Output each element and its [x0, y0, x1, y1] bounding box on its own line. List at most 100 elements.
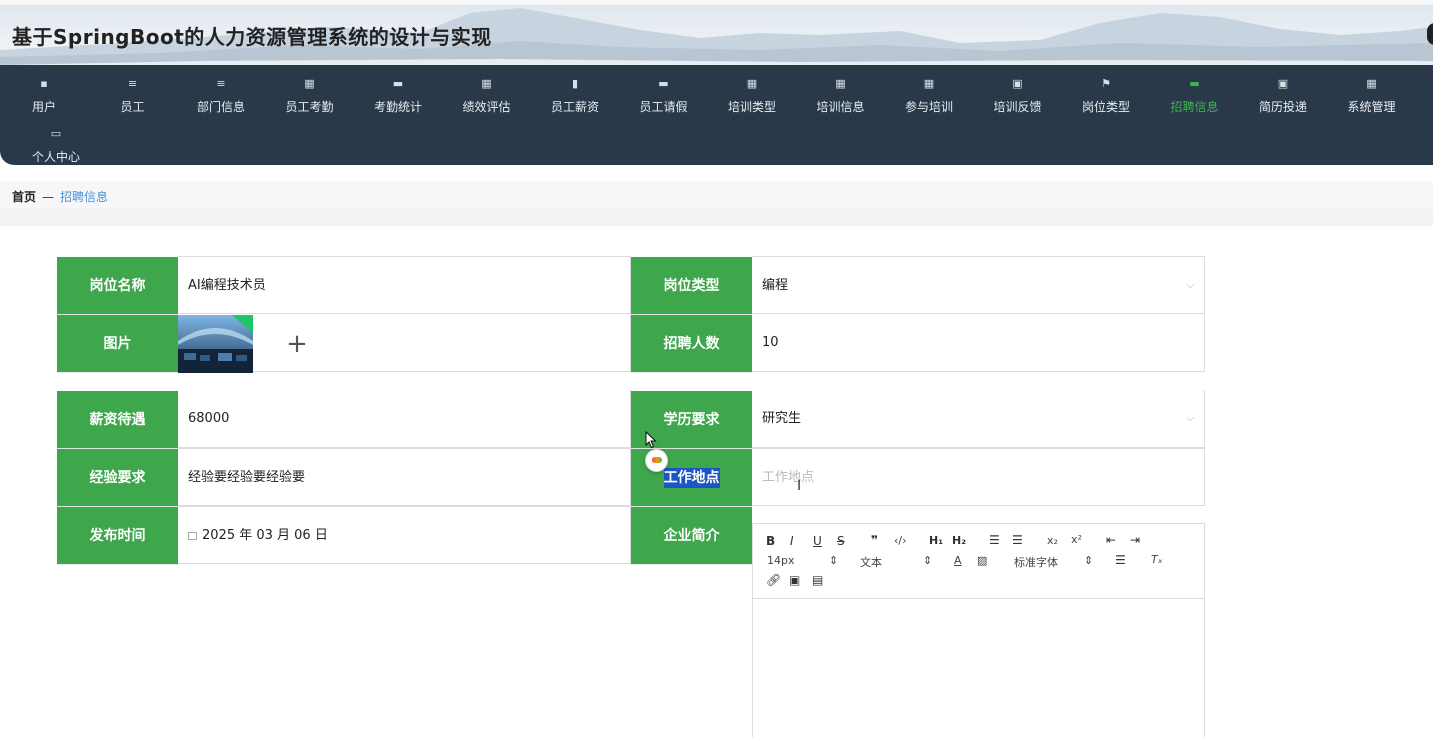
salary-input[interactable]: 68000 — [178, 390, 631, 448]
users-icon: ▪ — [40, 77, 48, 90]
breadcrumb-home[interactable]: 首页 — [12, 190, 36, 204]
nav-item-label: 用户 — [31, 100, 56, 114]
education-select[interactable]: 研究生 ⌵ — [752, 390, 1205, 448]
nav-item-label: 个人中心 — [31, 150, 80, 164]
avatar[interactable] — [1427, 23, 1433, 45]
superscript-icon[interactable]: x² — [1071, 533, 1082, 546]
nav-item-label: 培训反馈 — [993, 100, 1042, 114]
mouse-pointer-icon — [645, 431, 657, 449]
job-type-select[interactable]: 编程 ⌵ — [752, 256, 1205, 314]
nav-item-3[interactable]: ▦ 员工考勤 — [266, 70, 354, 118]
subscript-icon[interactable]: x₂ — [1047, 534, 1058, 547]
nav-item-12[interactable]: ⚑ 岗位类型 — [1062, 70, 1150, 118]
nav-item-label: 考勤统计 — [373, 100, 422, 114]
publish-time-value: 2025 年 03 月 06 日 — [202, 528, 328, 543]
indent-icon[interactable]: ⇥ — [1130, 533, 1140, 547]
nav-item-8[interactable]: ▦ 培训类型 — [708, 70, 796, 118]
nav-item-13[interactable]: ▬ 招聘信息 — [1151, 70, 1239, 118]
company-intro-label: 企业简介 — [631, 507, 752, 565]
publish-time-picker[interactable]: 2025 年 03 月 06 日 — [178, 506, 631, 564]
clear-format-icon[interactable]: Tₓ — [1151, 553, 1163, 566]
uploaded-image-thumbnail[interactable] — [178, 315, 253, 373]
grid-icon: ▦ — [304, 77, 315, 90]
nav-item-16[interactable]: ⌂ 系统首 — [1416, 70, 1433, 118]
image-label: 图片 — [57, 315, 178, 373]
bold-icon[interactable]: B — [766, 534, 775, 548]
video-icon[interactable]: ▤ — [812, 573, 823, 587]
chevron-down-icon: ⌵ — [1186, 413, 1194, 424]
nav-item-personal-center[interactable]: ▭ 个人中心 — [12, 120, 100, 168]
nav-item-4[interactable]: ▬ 考勤统计 — [354, 70, 442, 118]
education-value: 研究生 — [762, 411, 802, 426]
blockquote-icon[interactable]: ❞ — [871, 533, 878, 547]
outdent-icon[interactable]: ⇤ — [1106, 533, 1116, 547]
nav-item-5[interactable]: ▦ 绩效评估 — [443, 70, 531, 118]
clipboard-icon: ▣ — [1012, 77, 1023, 90]
font-family-select[interactable]: 标准字体 — [1014, 554, 1058, 570]
nav-item-0[interactable]: ▪ 用户 — [0, 70, 88, 118]
italic-icon[interactable]: I — [790, 534, 794, 548]
nav-item-10[interactable]: ▦ 参与培训 — [885, 70, 973, 118]
strikethrough-icon[interactable]: S — [837, 534, 845, 548]
align-icon[interactable]: ☰ — [1115, 553, 1126, 567]
content-divider — [0, 209, 1433, 226]
heading1-icon[interactable]: H₁ — [929, 534, 943, 547]
headcount-label: 招聘人数 — [631, 315, 752, 373]
nav-item-9[interactable]: ▦ 培训信息 — [797, 70, 885, 118]
nav-item-6[interactable]: ▮ 员工薪资 — [531, 70, 619, 118]
chat-icon: ▬ — [392, 77, 404, 90]
grid-icon: ▦ — [746, 77, 758, 90]
job-name-input[interactable]: AI编程技术员 — [178, 256, 631, 314]
font-size-select-arrow-icon[interactable]: ⇕ — [829, 554, 838, 567]
font-size-select[interactable]: 14px — [767, 554, 795, 567]
nav-item-7[interactable]: ▬ 员工请假 — [620, 70, 708, 118]
font-family-select-arrow-icon[interactable]: ⇕ — [1084, 554, 1093, 567]
grid-icon: ▦ — [481, 77, 492, 90]
job-type-value: 编程 — [762, 278, 789, 293]
text-style-select-arrow-icon[interactable]: ⇕ — [923, 554, 932, 567]
nav-item-label: 员工考勤 — [285, 100, 334, 114]
nav-item-label: 系统管理 — [1347, 100, 1396, 114]
document-icon: ▬ — [1189, 77, 1200, 90]
breadcrumb-separator: — — [42, 190, 55, 204]
text-cursor-icon: I — [797, 478, 802, 494]
job-name-label: 岗位名称 — [57, 257, 178, 315]
breadcrumb: 首页 — 招聘信息 — [12, 188, 108, 205]
headcount-input[interactable]: 10 — [752, 314, 1205, 372]
grid-icon: ▦ — [923, 77, 935, 90]
underline-icon[interactable]: U — [813, 534, 822, 548]
background-color-icon[interactable]: ▨ — [977, 554, 987, 567]
nav-item-1[interactable]: ≡ 员工 — [89, 70, 177, 118]
nav-item-label: 员工 — [120, 100, 145, 114]
floating-assistant-icon[interactable] — [645, 449, 668, 472]
publish-time-label: 发布时间 — [57, 507, 178, 565]
header-banner: 基于SpringBoot的人力资源管理系统的设计与实现 — [0, 5, 1433, 65]
text-style-select[interactable]: 文本 — [860, 554, 882, 570]
nav-item-15[interactable]: ▦ 系统管理 — [1328, 70, 1416, 118]
company-intro-editor[interactable]: B I U S ❞ ‹/› H₁ H₂ ☰ ☰ x₂ x² ⇤ ⇥ 14px ⇕… — [752, 523, 1205, 737]
breadcrumb-current[interactable]: 招聘信息 — [60, 190, 108, 204]
nav-item-14[interactable]: ▣ 简历投递 — [1239, 70, 1327, 118]
list-icon: ≡ — [216, 77, 226, 90]
nav-item-label: 招聘信息 — [1170, 100, 1219, 114]
experience-input[interactable]: 经验要经验要经验要 — [178, 448, 631, 506]
nav-item-2[interactable]: ≡ 部门信息 — [177, 70, 265, 118]
add-image-icon[interactable]: + — [286, 329, 308, 359]
clipboard-icon: ▣ — [1277, 77, 1289, 90]
image-icon[interactable]: ▣ — [789, 573, 800, 587]
code-icon[interactable]: ‹/› — [894, 534, 907, 547]
page-title: 基于SpringBoot的人力资源管理系统的设计与实现 — [12, 25, 492, 49]
chat-icon: ▬ — [658, 77, 669, 90]
location-input[interactable]: 工作地点 — [752, 448, 1205, 506]
nav-item-label: 绩效评估 — [462, 100, 511, 114]
flag-icon: ⚑ — [1101, 77, 1111, 90]
job-type-label: 岗位类型 — [631, 257, 752, 315]
bullet-list-icon[interactable]: ☰ — [1012, 533, 1023, 547]
nav-item-label: 系统首 — [1416, 98, 1433, 115]
ordered-list-icon[interactable]: ☰ — [989, 533, 1000, 547]
nav-item-11[interactable]: ▣ 培训反馈 — [974, 70, 1062, 118]
experience-label: 经验要求 — [57, 449, 178, 507]
link-icon[interactable]: 🔗︎ — [766, 573, 781, 587]
font-color-icon[interactable]: A — [954, 554, 962, 567]
heading2-icon[interactable]: H₂ — [952, 534, 966, 547]
